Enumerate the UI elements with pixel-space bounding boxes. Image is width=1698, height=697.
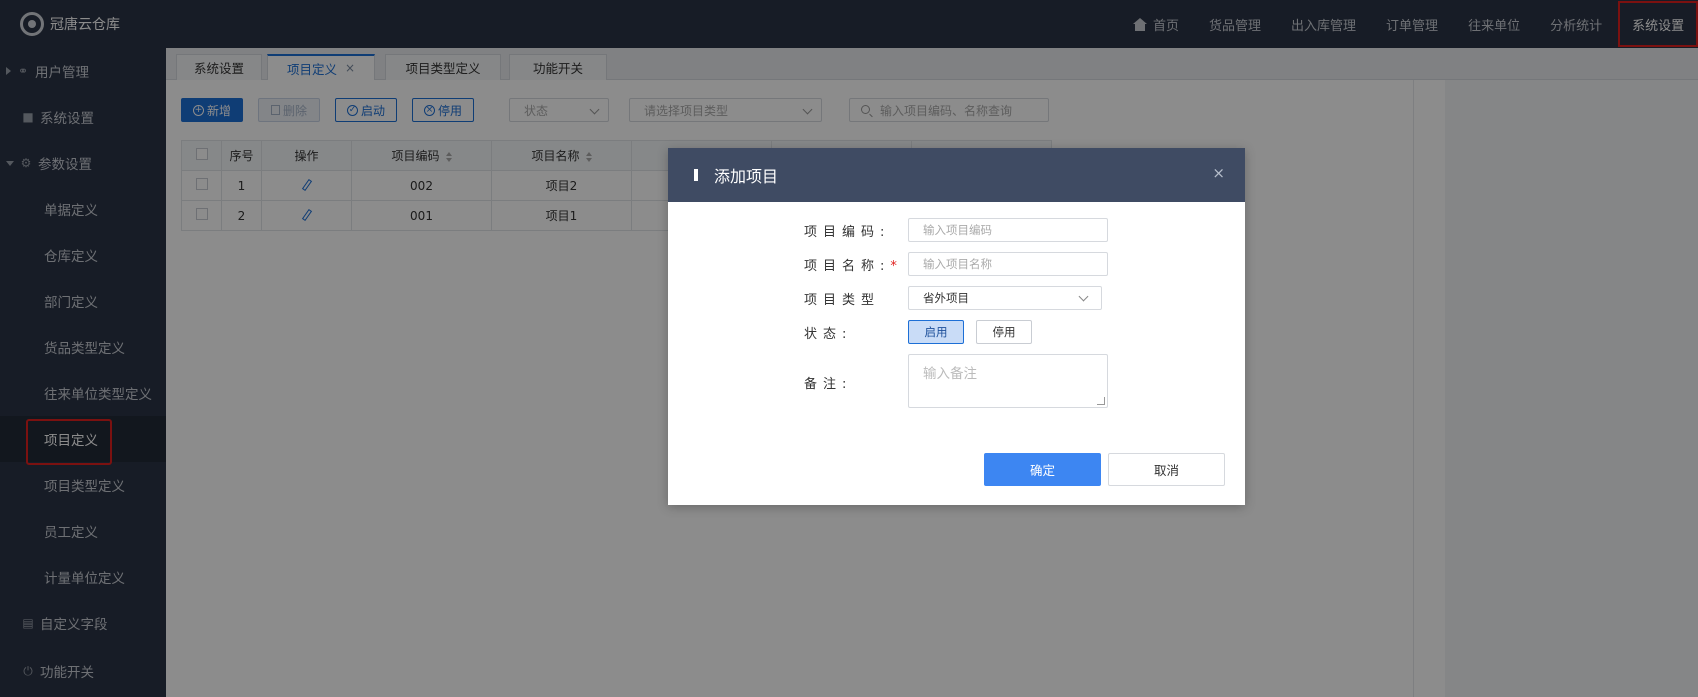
project-type-dropdown[interactable]: 省外项目 [908,286,1102,310]
dialog-header: 添加项目 [668,148,1245,202]
title-bar-icon [694,169,698,181]
close-icon[interactable]: × [1212,164,1225,182]
status-enable-option[interactable]: 启用 [908,320,964,344]
remark-label: 备注: [804,377,853,392]
required-mark: * [890,259,897,274]
status-label: 状态: [804,327,853,342]
app-root: 冠唐云仓库 首页 货品管理 出入库管理 订单管理 往来单位 分析统计 系统设置 … [0,0,1698,697]
project-code-placeholder: 输入项目编码 [923,223,992,237]
remark-placeholder: 输入备注 [923,366,977,382]
project-name-input[interactable]: 输入项目名称 [908,252,1108,276]
add-project-dialog: 添加项目 × 项目编码: 输入项目编码 项目名称:* 输入项目名称 项目类型 省… [668,148,1245,505]
name-label: 项目名称: [804,259,891,274]
remark-textarea[interactable]: 输入备注 [908,354,1108,408]
chevron-down-icon [1078,291,1089,302]
project-code-input[interactable]: 输入项目编码 [908,218,1108,242]
dialog-title: 添加项目 [714,167,779,186]
name-label-wrap: 项目名称:* [804,255,897,274]
status-disable-option[interactable]: 停用 [976,320,1032,344]
cancel-button[interactable]: 取消 [1108,453,1225,486]
type-label: 项目类型 [804,293,881,308]
project-type-value: 省外项目 [923,291,969,305]
confirm-button[interactable]: 确定 [984,453,1101,486]
project-name-placeholder: 输入项目名称 [923,257,992,271]
code-label: 项目编码: [804,225,891,240]
resize-grip-icon[interactable] [1097,397,1105,405]
